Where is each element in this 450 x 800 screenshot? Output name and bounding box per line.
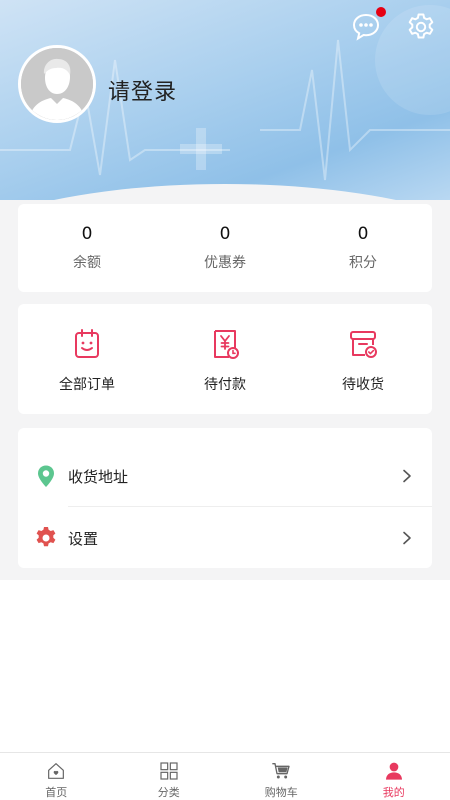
order-label: 待付款 bbox=[204, 377, 246, 393]
tab-mine[interactable]: 我的 bbox=[338, 753, 450, 800]
order-label: 待收货 bbox=[342, 377, 384, 393]
home-icon bbox=[48, 763, 65, 779]
menu-item-shipping-address[interactable]: 收货地址 bbox=[18, 446, 432, 506]
default-avatar-icon bbox=[21, 48, 93, 120]
stat-label: 优惠券 bbox=[204, 255, 246, 271]
stat-balance[interactable]: 0 余额 bbox=[18, 204, 156, 292]
order-pending-receipt[interactable]: 待收货 bbox=[294, 304, 432, 414]
account-stats-card: 0 余额 0 优惠券 0 积分 bbox=[18, 204, 432, 292]
settings-menu-card: 收货地址 设置 bbox=[18, 428, 432, 568]
tab-category[interactable]: 分类 bbox=[113, 753, 226, 800]
pending-payment-icon bbox=[214, 330, 239, 359]
stat-points[interactable]: 0 积分 bbox=[294, 204, 432, 292]
user-icon bbox=[385, 762, 402, 780]
chevron-right-icon bbox=[403, 531, 411, 545]
tab-label: 分类 bbox=[157, 786, 180, 799]
order-list-icon bbox=[75, 329, 99, 358]
stat-value: 0 bbox=[81, 224, 93, 244]
cart-icon bbox=[272, 763, 290, 779]
tab-home[interactable]: 首页 bbox=[0, 753, 113, 800]
tab-label: 购物车 bbox=[264, 786, 298, 799]
tab-label: 首页 bbox=[45, 786, 68, 799]
empty-content-area bbox=[0, 580, 450, 752]
tab-label: 我的 bbox=[382, 786, 405, 799]
orders-card: 全部订单 待付款 待收货 bbox=[18, 304, 432, 414]
gear-icon bbox=[36, 527, 56, 547]
unread-badge bbox=[376, 7, 386, 17]
login-link[interactable]: 请登录 bbox=[108, 74, 177, 106]
location-pin-icon bbox=[38, 465, 54, 487]
bottom-tab-bar: 首页 分类 购物车 我的 bbox=[0, 752, 450, 800]
menu-item-label: 收货地址 bbox=[68, 467, 129, 486]
order-label: 全部订单 bbox=[59, 377, 115, 393]
menu-item-label: 设置 bbox=[68, 529, 99, 548]
menu-item-settings[interactable]: 设置 bbox=[18, 508, 432, 568]
chevron-right-icon bbox=[403, 469, 411, 483]
pending-receipt-icon bbox=[350, 331, 377, 358]
category-grid-icon bbox=[160, 762, 178, 780]
stat-label: 积分 bbox=[349, 255, 377, 271]
tab-cart[interactable]: 购物车 bbox=[225, 753, 338, 800]
stat-value: 0 bbox=[219, 224, 231, 244]
stat-value: 0 bbox=[357, 224, 369, 244]
avatar[interactable] bbox=[18, 45, 96, 123]
settings-icon[interactable] bbox=[404, 10, 438, 44]
order-all[interactable]: 全部订单 bbox=[18, 304, 156, 414]
menu-divider bbox=[68, 506, 432, 507]
stat-label: 余额 bbox=[73, 255, 101, 271]
stat-coupons[interactable]: 0 优惠券 bbox=[156, 204, 294, 292]
order-pending-payment[interactable]: 待付款 bbox=[156, 304, 294, 414]
